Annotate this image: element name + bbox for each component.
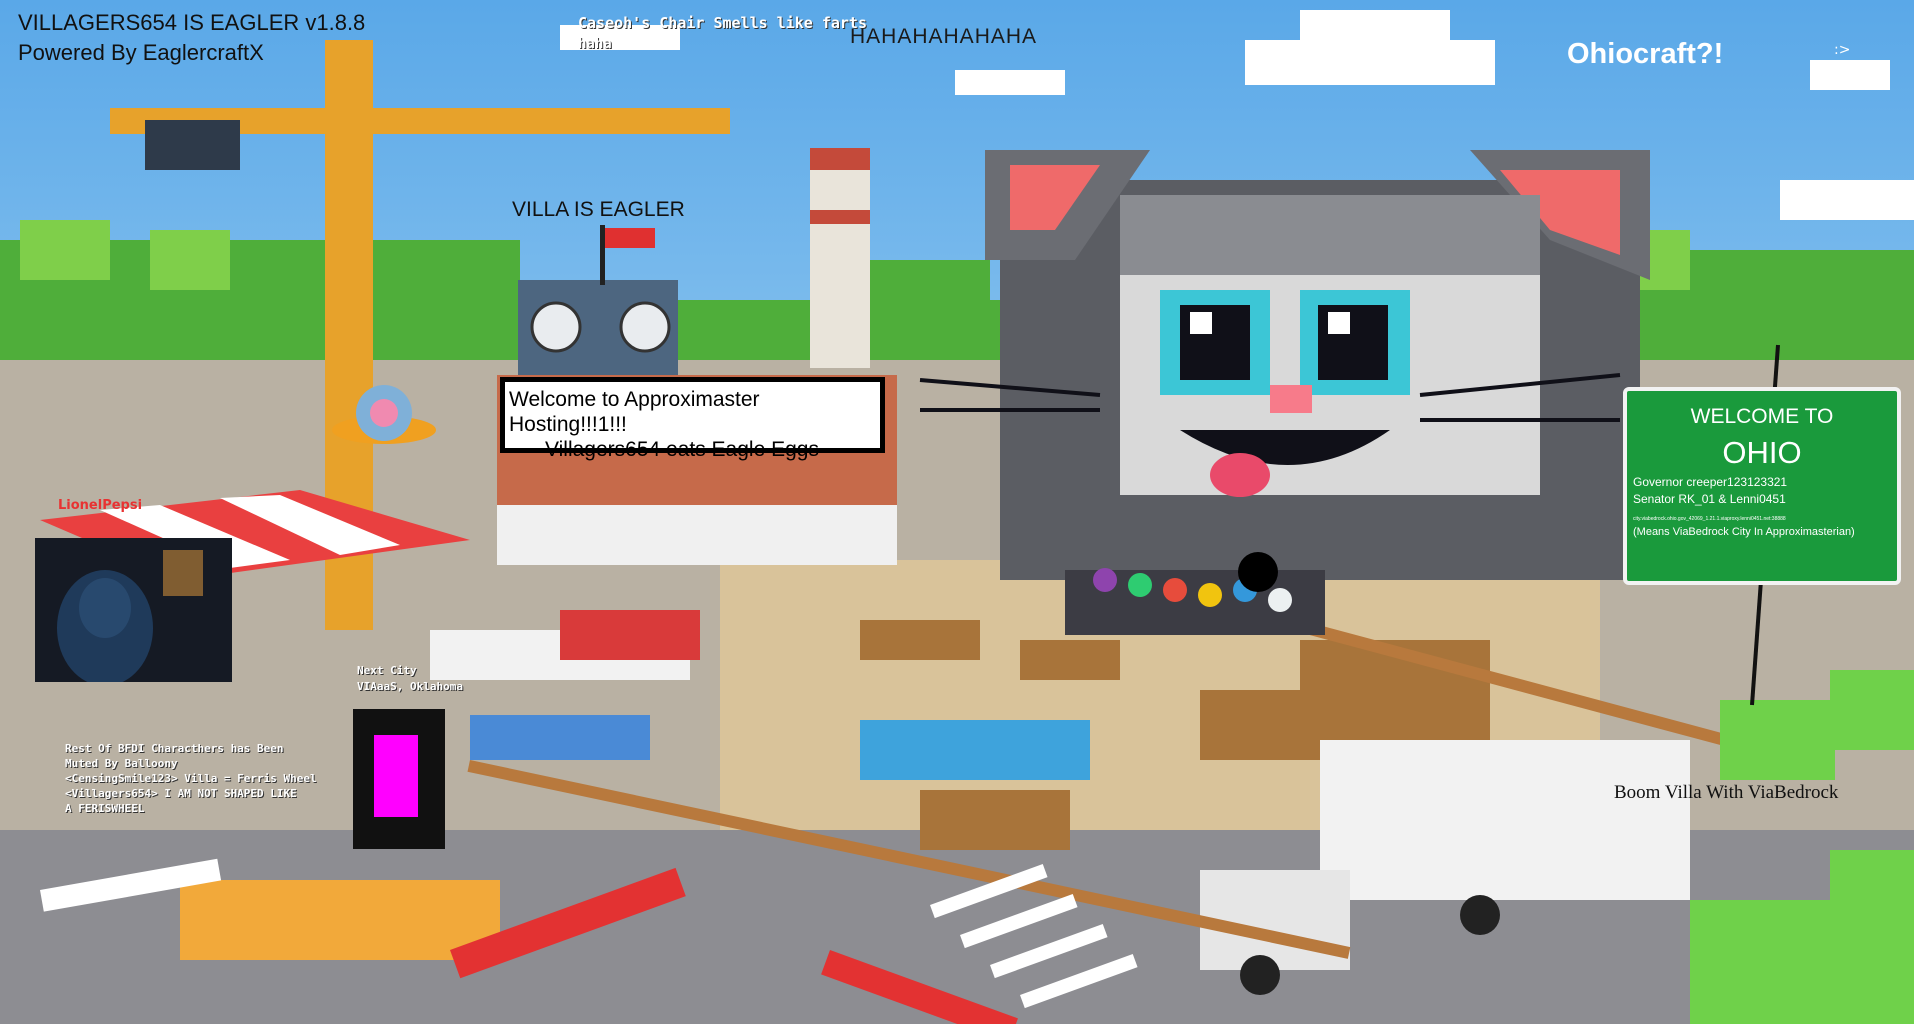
ohiocraft-text: Ohiocraft?! [1567,38,1724,70]
welcome-line-1: Welcome to Approximaster Hosting!!!1!!! [509,388,760,436]
magenta-bar [374,735,418,817]
smiley-text: :> [1834,42,1851,58]
welcome-line-2: Villagers654 eats Eagle Eggs [545,438,819,461]
chat-line: Rest Of BFDI Characthers has Been [65,742,284,755]
ohio-sign-address: city.viabedrock.ohio.gov_42069_1.21.1.vi… [1633,516,1786,522]
welcome-message-box: Welcome to Approximaster Hosting!!!1!!! … [500,377,885,461]
giant-cat [919,150,1650,580]
bfdi-character-crowd [1065,568,1325,635]
magenta-panel [353,709,445,849]
hud-title: VILLAGERS654 IS EAGLER v1.8.8 [18,10,366,35]
boom-villa-text: Boom Villa With ViaBedrock [1614,782,1839,803]
next-city-label: Next City [357,664,417,677]
ohio-sign-welcome: WELCOME TO [1690,405,1834,428]
webcam-person-image [35,538,232,686]
chat-line: A FERISWHEEL [65,802,145,815]
chimney [810,148,870,368]
laugh-text: HAHAHAHAHAHA [850,25,1038,48]
welcome-to-ohio-sign: WELCOME TO OHIO Governor creeper12312332… [1623,387,1901,585]
hud-subtitle: Powered By EaglercraftX [18,40,264,65]
ohio-sign-senator: Senator RK_01 & Lenni0451 [1633,492,1786,506]
splash-joke-line2: haha [578,36,612,52]
ohio-sign-state: OHIO [1722,435,1802,470]
pool [860,720,1090,780]
villa-eagler-text: VILLA IS EAGLER [512,198,685,221]
ohio-sign-meaning: (Means ViaBedrock City In Approximasteri… [1633,526,1855,538]
black-ball [1238,552,1278,592]
chat-line: <Villagers654> I AM NOT SHAPED LIKE [65,787,297,800]
next-city-value: VIAaaS, Oklahoma [357,680,463,693]
chat-line: Muted By Balloony [65,757,178,770]
webcam-username: LionelPepsi [58,498,143,513]
webcam-feed [35,538,232,686]
splash-joke-line1: Caseoh's Chair Smells like farts [578,14,867,32]
chat-log: Rest Of BFDI Characthers has Been Muted … [65,741,317,816]
chat-line: <CensingSmile123> Villa = Ferris Wheel [65,772,317,785]
ohio-sign-governor: Governor creeper123123321 [1633,475,1788,489]
